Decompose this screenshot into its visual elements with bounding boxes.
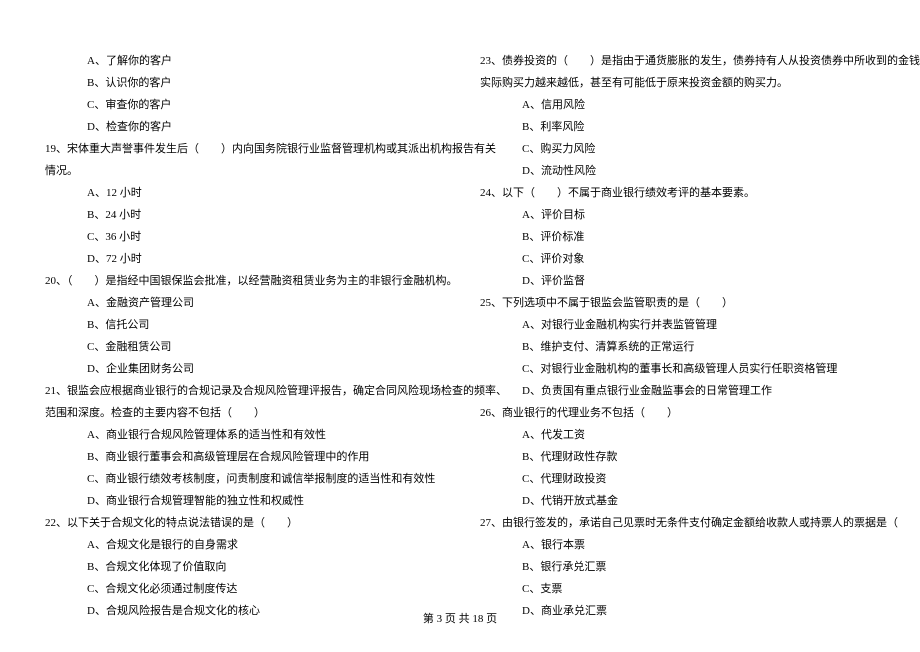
q24-option-b: B、评价标准: [480, 226, 875, 248]
q19-option-d: D、72 小时: [45, 248, 440, 270]
q20-option-b: B、信托公司: [45, 314, 440, 336]
q19-option-a: A、12 小时: [45, 182, 440, 204]
q21-option-d: D、商业银行合规管理智能的独立性和权威性: [45, 490, 440, 512]
right-column: 23、债券投资的（ ）是指由于通货膨胀的发生，债券持有人从投资债券中所收到的金钱…: [480, 50, 875, 622]
page-content: A、了解你的客户 B、认识你的客户 C、审查你的客户 D、检查你的客户 19、宋…: [0, 0, 920, 652]
q18-option-d: D、检查你的客户: [45, 116, 440, 138]
q23-option-d: D、流动性风险: [480, 160, 875, 182]
q19-option-c: C、36 小时: [45, 226, 440, 248]
q24-text: 24、以下（ ）不属于商业银行绩效考评的基本要素。: [480, 182, 875, 204]
q21-option-b: B、商业银行董事会和高级管理层在合规风险管理中的作用: [45, 446, 440, 468]
q21-text-line2: 范围和深度。检查的主要内容不包括（ ）: [45, 402, 440, 424]
q26-option-a: A、代发工资: [480, 424, 875, 446]
q25-option-a: A、对银行业金融机构实行并表监管管理: [480, 314, 875, 336]
q18-option-c: C、审查你的客户: [45, 94, 440, 116]
q27-option-b: B、银行承兑汇票: [480, 556, 875, 578]
q23-option-b: B、利率风险: [480, 116, 875, 138]
q24-option-d: D、评价监督: [480, 270, 875, 292]
q23-text-line1: 23、债券投资的（ ）是指由于通货膨胀的发生，债券持有人从投资债券中所收到的金钱…: [480, 50, 875, 72]
q24-option-c: C、评价对象: [480, 248, 875, 270]
q27-option-a: A、银行本票: [480, 534, 875, 556]
page-footer: 第 3 页 共 18 页: [0, 610, 920, 626]
q26-option-d: D、代销开放式基金: [480, 490, 875, 512]
q21-option-a: A、商业银行合规风险管理体系的适当性和有效性: [45, 424, 440, 446]
q25-option-b: B、维护支付、清算系统的正常运行: [480, 336, 875, 358]
q23-text-line2: 实际购买力越来越低，甚至有可能低于原来投资金额的购买力。: [480, 72, 875, 94]
q26-option-c: C、代理财政投资: [480, 468, 875, 490]
q25-option-d: D、负责国有重点银行业金融监事会的日常管理工作: [480, 380, 875, 402]
q22-option-c: C、合规文化必须通过制度传达: [45, 578, 440, 600]
q23-option-a: A、信用风险: [480, 94, 875, 116]
q25-text: 25、下列选项中不属于银监会监管职责的是（ ）: [480, 292, 875, 314]
q21-text-line1: 21、银监会应根据商业银行的合规记录及合规风险管理评报告，确定合同风险现场检查的…: [45, 380, 440, 402]
q20-text: 20、（ ）是指经中国银保监会批准，以经营融资租赁业务为主的非银行金融机构。: [45, 270, 440, 292]
q26-option-b: B、代理财政性存款: [480, 446, 875, 468]
q27-text: 27、由银行签发的，承诺自己见票时无条件支付确定金额给收款人或持票人的票据是（ …: [480, 512, 875, 534]
q22-text: 22、以下关于合规文化的特点说法错误的是（ ）: [45, 512, 440, 534]
q27-option-c: C、支票: [480, 578, 875, 600]
q26-text: 26、商业银行的代理业务不包括（ ）: [480, 402, 875, 424]
q24-option-a: A、评价目标: [480, 204, 875, 226]
q18-option-b: B、认识你的客户: [45, 72, 440, 94]
q19-option-b: B、24 小时: [45, 204, 440, 226]
q23-option-c: C、购买力风险: [480, 138, 875, 160]
q19-text-line2: 情况。: [45, 160, 440, 182]
q22-option-b: B、合规文化体现了价值取向: [45, 556, 440, 578]
q25-option-c: C、对银行业金融机构的董事长和高级管理人员实行任职资格管理: [480, 358, 875, 380]
q18-option-a: A、了解你的客户: [45, 50, 440, 72]
q20-option-a: A、金融资产管理公司: [45, 292, 440, 314]
q22-option-a: A、合规文化是银行的自身需求: [45, 534, 440, 556]
q20-option-c: C、金融租赁公司: [45, 336, 440, 358]
left-column: A、了解你的客户 B、认识你的客户 C、审查你的客户 D、检查你的客户 19、宋…: [45, 50, 440, 622]
q21-option-c: C、商业银行绩效考核制度，问责制度和诚信举报制度的适当性和有效性: [45, 468, 440, 490]
q19-text-line1: 19、宋体重大声誉事件发生后（ ）内向国务院银行业监督管理机构或其派出机构报告有…: [45, 138, 440, 160]
q20-option-d: D、企业集团财务公司: [45, 358, 440, 380]
